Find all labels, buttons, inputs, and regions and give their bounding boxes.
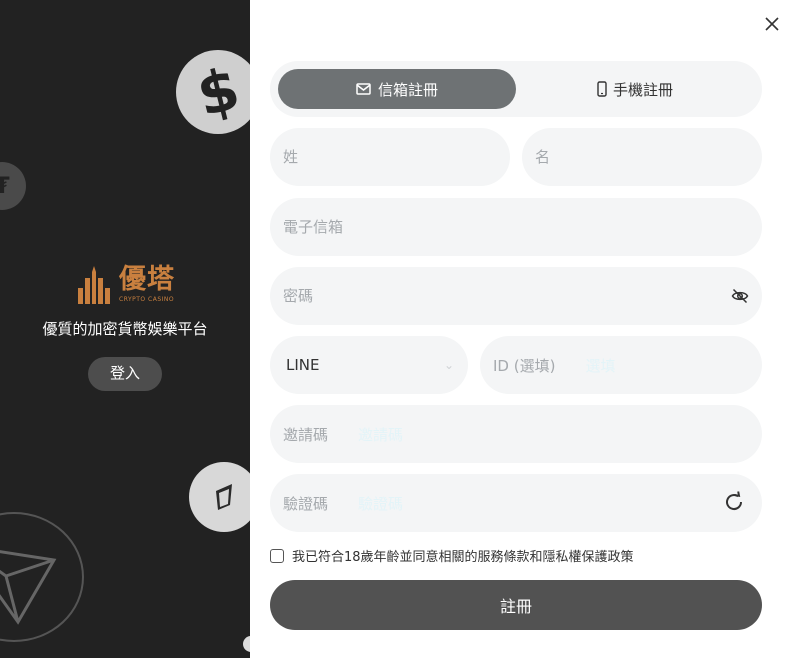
- register-button-label: 註冊: [499, 597, 532, 616]
- close-icon[interactable]: [762, 14, 782, 34]
- social-id-field[interactable]: ID (選填) 選填: [480, 336, 762, 394]
- tagline: 優質的加密貨幣娛樂平台: [42, 320, 208, 338]
- register-tabs: 信箱註冊 手機註冊: [270, 61, 762, 117]
- tether-coin-icon: ₮: [0, 162, 26, 210]
- invite-code-field[interactable]: 邀請碼 邀請碼: [270, 405, 762, 463]
- chevron-down-icon: ⌄: [443, 358, 454, 372]
- logo-subtitle: CRYPTO CASINO: [119, 296, 175, 303]
- invite-code-label: 邀請碼: [283, 425, 329, 444]
- eye-off-icon[interactable]: [731, 287, 749, 305]
- first-name-input[interactable]: [535, 148, 762, 166]
- logo: 優塔 CRYPTO CASINO: [0, 264, 250, 304]
- tron-coin-icon: [0, 512, 84, 642]
- verify-code-hint: 驗證碼: [358, 494, 404, 513]
- tab-email-label: 信箱註冊: [377, 80, 438, 99]
- verify-code-label: 驗證碼: [283, 494, 329, 513]
- brand-block: 優塔 CRYPTO CASINO 優質的加密貨幣娛樂平台 登入: [0, 264, 250, 391]
- password-field[interactable]: [270, 267, 762, 325]
- social-id-hint: 選填: [585, 356, 616, 375]
- social-type-select[interactable]: LINE ⌄: [270, 336, 468, 394]
- social-id-placeholder: ID (選填): [493, 356, 556, 375]
- small-coin-icon: [243, 636, 250, 652]
- first-name-field[interactable]: [522, 128, 762, 186]
- ethereum-coin-icon: [189, 462, 250, 532]
- tab-email-register[interactable]: 信箱註冊: [278, 69, 516, 109]
- tower-logo-icon: [78, 266, 110, 304]
- register-button[interactable]: 註冊: [270, 580, 762, 630]
- password-input[interactable]: [283, 287, 723, 305]
- invite-code-hint: 邀請碼: [358, 425, 404, 444]
- tab-phone-label: 手機註冊: [612, 80, 673, 99]
- email-field[interactable]: [270, 198, 762, 256]
- last-name-input[interactable]: [283, 148, 510, 166]
- brand-panel: $ ₮ 優塔 CRYPTO CASINO 優質的加密貨幣娛樂平台 登入: [0, 0, 250, 658]
- social-type-value: LINE: [286, 356, 320, 374]
- refresh-icon[interactable]: [722, 490, 746, 514]
- agreement-row: 我已符合18歲年齡並同意相關的服務條款和隱私權保護政策: [270, 546, 634, 565]
- last-name-field[interactable]: [270, 128, 510, 186]
- verify-code-field[interactable]: 驗證碼 驗證碼: [270, 474, 762, 532]
- tab-phone-register[interactable]: 手機註冊: [516, 69, 754, 109]
- dollar-coin-icon: $: [176, 50, 250, 134]
- phone-icon: [597, 81, 607, 97]
- agreement-text: 我已符合18歲年齡並同意相關的服務條款和隱私權保護政策: [292, 550, 634, 565]
- login-button[interactable]: 登入: [88, 357, 162, 391]
- agree-checkbox[interactable]: [270, 548, 284, 563]
- email-input[interactable]: [283, 218, 762, 236]
- logo-title: 優塔: [119, 264, 175, 295]
- mail-icon: [356, 83, 371, 95]
